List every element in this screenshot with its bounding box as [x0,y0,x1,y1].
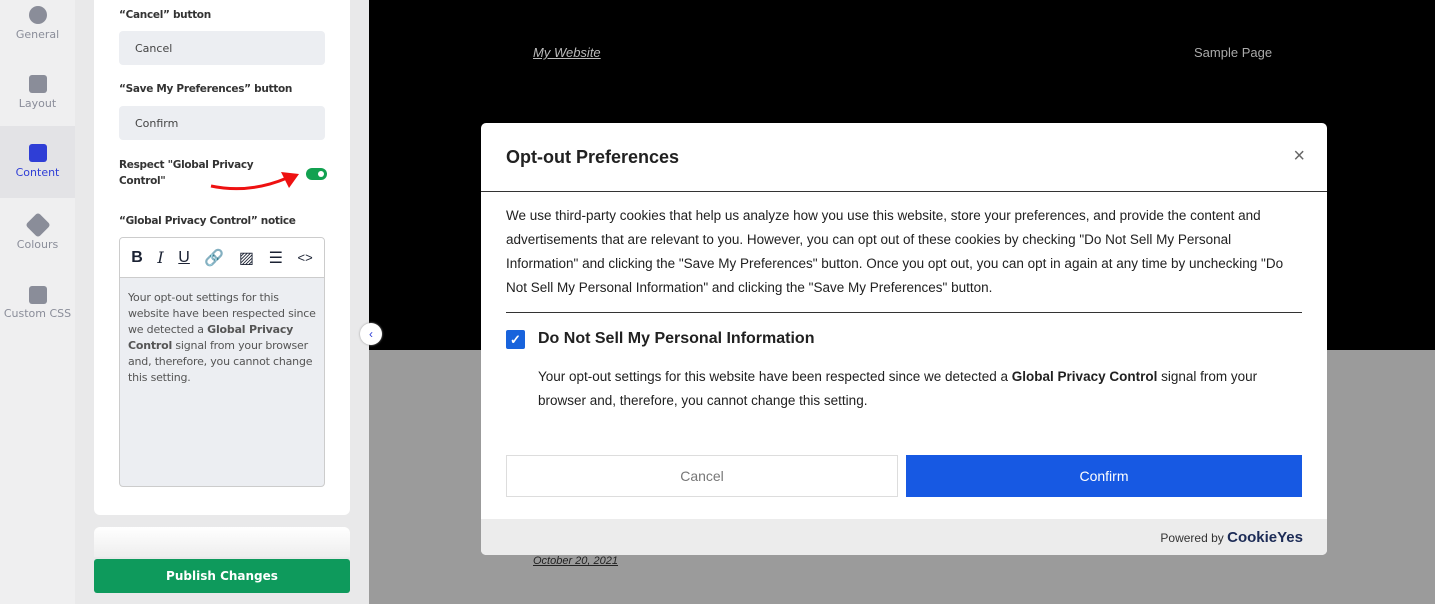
divider [506,312,1302,313]
content-settings-panel: “Cancel” button Cancel “Save My Preferen… [94,0,350,515]
sample-page-link[interactable]: Sample Page [1194,45,1272,60]
sidebar-label: Content [15,166,60,179]
gpc-notice-editor[interactable]: B I U 🔗 ▨ ☰ <> Your opt-out settings for this … [119,237,325,487]
sidebar-label: Custom CSS [3,307,72,320]
gear-icon [28,6,47,24]
sidebar-label: Colours [16,238,59,251]
editor-toolbar: B I U 🔗 ▨ ☰ <> [120,238,324,278]
editor-text[interactable]: Your opt-out settings for this website h… [120,278,324,398]
link-icon[interactable]: 🔗 [204,248,224,268]
modal-header: Opt-out Preferences × [481,123,1327,192]
modal-footer: Powered by CookieYes [481,519,1327,555]
close-icon[interactable]: × [1293,145,1305,168]
post-date[interactable]: October 20, 2021 [533,555,618,567]
modal-buttons: Cancel Confirm [506,455,1302,497]
collapse-panel-button[interactable]: ‹ [360,323,382,345]
code-icon[interactable]: <> [298,250,313,265]
red-arrow-annotation [210,172,299,191]
sidebar-label: General [15,28,60,41]
cancel-button-label: “Cancel” button [119,9,211,21]
paint-bucket-icon [24,212,51,238]
panel-card [94,527,350,557]
sidebar-label: Layout [18,97,57,110]
gpc-toggle[interactable] [306,168,327,180]
document-icon [28,144,47,162]
text-bold: Global Privacy Control [1011,369,1158,384]
sidebar-item-custom-css[interactable]: Custom CSS [0,270,75,342]
save-button-label: “Save My Preferences” button [119,83,293,95]
checkbox-checked-icon[interactable]: ✓ [506,329,525,349]
confirm-button[interactable]: Confirm [906,455,1302,497]
sidebar-item-general[interactable]: General [0,0,75,66]
image-icon[interactable]: ▨ [239,248,254,268]
do-not-sell-row[interactable]: ✓ Do Not Sell My Personal Information [506,327,1302,351]
checkbox-label: Do Not Sell My Personal Information [538,330,815,347]
save-text-input[interactable]: Confirm [119,106,325,140]
powered-by-text: Powered by [1160,531,1224,545]
sidebar-item-content[interactable]: Content [0,126,75,198]
cancel-text-input[interactable]: Cancel [119,31,325,65]
settings-sidebar: General Layout Content Colours Custom CS… [0,0,75,604]
publish-changes-button[interactable]: Publish Changes [94,559,350,593]
css-file-icon [28,286,47,304]
bold-icon[interactable]: B [131,249,143,267]
gpc-notice: Your opt-out settings for this website h… [538,365,1302,413]
modal-body: We use third-party cookies that help us … [481,192,1327,425]
modal-description: We use third-party cookies that help us … [506,208,1284,295]
cookieyes-logo[interactable]: CookieYes [1227,529,1303,546]
text: Your opt-out settings for this website h… [538,369,1012,384]
underline-icon[interactable]: U [178,249,190,267]
site-title-link[interactable]: My Website [533,45,601,60]
sidebar-item-colours[interactable]: Colours [0,198,75,270]
list-icon[interactable]: ☰ [269,248,283,268]
modal-title: Opt-out Preferences [506,147,680,167]
opt-out-modal: Opt-out Preferences × We use third-party … [481,123,1327,555]
cancel-button[interactable]: Cancel [506,455,898,497]
grid-icon [28,75,47,93]
italic-icon[interactable]: I [157,248,163,267]
gpc-notice-label: “Global Privacy Control” notice [119,215,296,227]
